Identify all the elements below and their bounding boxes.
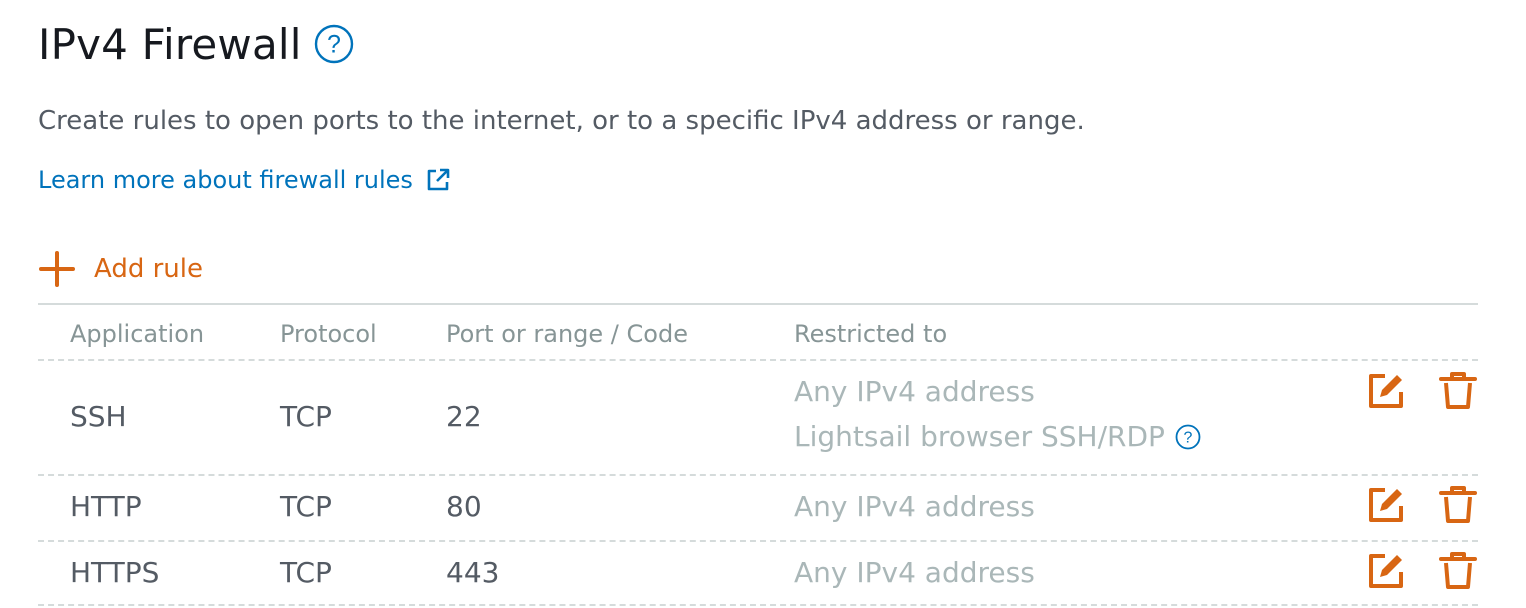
- cell-application: HTTP: [70, 490, 142, 523]
- description-text: Create rules to open ports to the intern…: [38, 106, 1085, 136]
- edit-icon[interactable]: [1366, 485, 1406, 525]
- learn-more-label[interactable]: Learn more about firewall rules: [38, 166, 413, 194]
- learn-more-link[interactable]: Learn more about firewall rules: [38, 166, 451, 194]
- help-circle-icon[interactable]: ?: [314, 24, 354, 64]
- cell-port: 80: [446, 490, 482, 523]
- svg-text:?: ?: [327, 31, 341, 59]
- trash-icon[interactable]: [1438, 485, 1478, 525]
- cell-restricted: Any IPv4 address Lightsail browser SSH/R…: [794, 375, 1201, 453]
- external-link-icon[interactable]: [425, 167, 451, 193]
- cell-port: 443: [446, 556, 500, 589]
- cell-port: 22: [446, 400, 482, 433]
- restricted-line: Any IPv4 address: [794, 375, 1035, 408]
- cell-protocol: TCP: [280, 490, 332, 523]
- row-divider: [38, 604, 1478, 606]
- cell-application: HTTPS: [70, 556, 160, 589]
- firewall-panel: IPv4 Firewall ? Create rules to open por…: [0, 0, 1526, 608]
- edit-icon[interactable]: [1366, 551, 1406, 591]
- cell-protocol: TCP: [280, 400, 332, 433]
- add-rule-label[interactable]: Add rule: [94, 254, 203, 284]
- help-circle-icon[interactable]: ?: [1175, 424, 1201, 450]
- table-top-divider: [38, 303, 1478, 305]
- restricted-line-browser: Lightsail browser SSH/RDP ?: [794, 420, 1201, 453]
- add-rule-button[interactable]: Add rule: [38, 248, 203, 290]
- cell-restricted: Any IPv4 address: [794, 556, 1035, 589]
- column-header-port: Port or range / Code: [446, 320, 688, 348]
- row-divider: [38, 359, 1478, 361]
- cell-protocol: TCP: [280, 556, 332, 589]
- plus-icon[interactable]: [38, 250, 76, 288]
- column-header-protocol: Protocol: [280, 320, 377, 348]
- column-header-restricted: Restricted to: [794, 320, 948, 348]
- trash-icon[interactable]: [1438, 371, 1478, 411]
- column-header-application: Application: [70, 320, 205, 348]
- trash-icon[interactable]: [1438, 551, 1478, 591]
- cell-application: SSH: [70, 400, 127, 433]
- title-row: IPv4 Firewall ?: [38, 14, 354, 74]
- edit-icon[interactable]: [1366, 371, 1406, 411]
- page-title: IPv4 Firewall: [38, 19, 302, 69]
- row-divider: [38, 474, 1478, 476]
- row-divider: [38, 540, 1478, 542]
- restricted-line: Lightsail browser SSH/RDP: [794, 420, 1165, 453]
- cell-restricted: Any IPv4 address: [794, 490, 1035, 523]
- svg-text:?: ?: [1184, 429, 1193, 446]
